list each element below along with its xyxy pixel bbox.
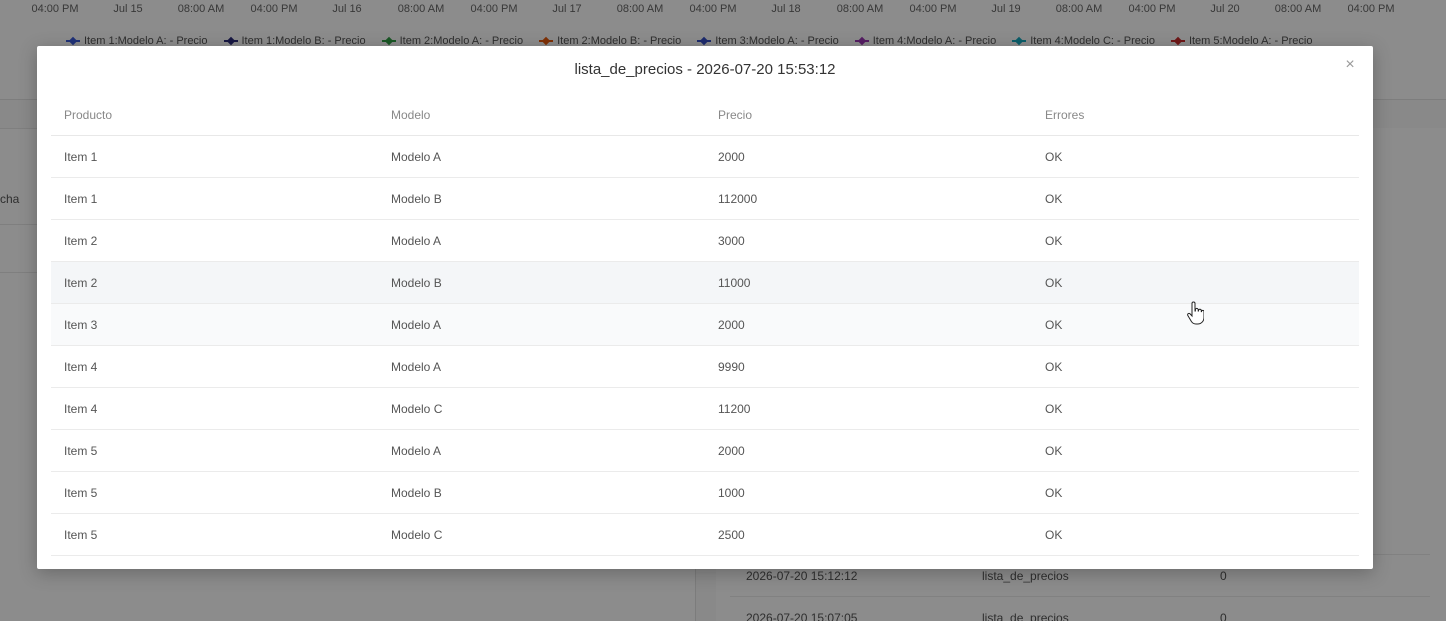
cell-producto: Item 5 [64,444,98,458]
price-list-table: Producto Modelo Precio Errores Item 1 Mo… [51,94,1359,556]
table-row[interactable]: Item 1 Modelo B 112000 OK [51,178,1359,220]
cell-precio: 2000 [718,444,745,458]
cell-producto: Item 5 [64,486,98,500]
cell-errores: OK [1045,486,1063,500]
cell-producto: Item 4 [64,402,98,416]
cell-errores: OK [1045,528,1063,542]
cell-precio: 11000 [718,276,751,290]
cell-modelo: Modelo B [391,276,442,290]
cell-errores: OK [1045,234,1063,248]
column-header-producto[interactable]: Producto [64,108,112,122]
cell-precio: 3000 [718,234,745,248]
cell-precio: 112000 [718,192,758,206]
cell-modelo: Modelo C [391,528,443,542]
cell-producto: Item 3 [64,318,98,332]
table-header: Producto Modelo Precio Errores [51,94,1359,136]
cell-producto: Item 4 [64,360,98,374]
cell-modelo: Modelo B [391,486,442,500]
price-list-modal: lista_de_precios - 2026-07-20 15:53:12 ×… [37,46,1373,569]
table-row[interactable]: Item 4 Modelo A 9990 OK [51,346,1359,388]
cell-modelo: Modelo A [391,318,442,332]
column-header-precio[interactable]: Precio [718,108,752,122]
cell-errores: OK [1045,444,1063,458]
cell-producto: Item 2 [64,276,98,290]
cell-modelo: Modelo A [391,444,442,458]
cell-precio: 9990 [718,360,745,374]
hand-cursor-icon [1187,301,1204,325]
table-row[interactable]: Item 5 Modelo C 2500 OK [51,514,1359,556]
table-row[interactable]: Item 3 Modelo A 2000 OK [51,304,1359,346]
close-icon[interactable]: × [1341,56,1359,74]
cell-errores: OK [1045,150,1063,164]
cell-producto: Item 1 [64,192,98,206]
cell-modelo: Modelo A [391,234,442,248]
cell-precio: 1000 [718,486,745,500]
column-header-errores[interactable]: Errores [1045,108,1084,122]
table-row[interactable]: Item 5 Modelo A 2000 OK [51,430,1359,472]
cell-modelo: Modelo A [391,150,442,164]
cell-modelo: Modelo B [391,192,442,206]
cell-precio: 2000 [718,318,745,332]
cell-precio: 2000 [718,150,745,164]
table-row[interactable]: Item 1 Modelo A 2000 OK [51,136,1359,178]
modal-title: lista_de_precios - 2026-07-20 15:53:12 [574,61,836,78]
cell-modelo: Modelo C [391,402,443,416]
table-row[interactable]: Item 2 Modelo A 3000 OK [51,220,1359,262]
table-row[interactable]: Item 2 Modelo B 11000 OK [51,262,1359,304]
cell-producto: Item 1 [64,150,98,164]
cell-modelo: Modelo A [391,360,442,374]
cell-precio: 11200 [718,402,751,416]
cell-errores: OK [1045,318,1063,332]
cell-producto: Item 2 [64,234,98,248]
cell-errores: OK [1045,360,1063,374]
cell-errores: OK [1045,402,1063,416]
table-row[interactable]: Item 4 Modelo C 11200 OK [51,388,1359,430]
cell-errores: OK [1045,192,1063,206]
table-row[interactable]: Item 5 Modelo B 1000 OK [51,472,1359,514]
cell-errores: OK [1045,276,1063,290]
column-header-modelo[interactable]: Modelo [391,108,430,122]
cell-precio: 2500 [718,528,745,542]
cell-producto: Item 5 [64,528,98,542]
